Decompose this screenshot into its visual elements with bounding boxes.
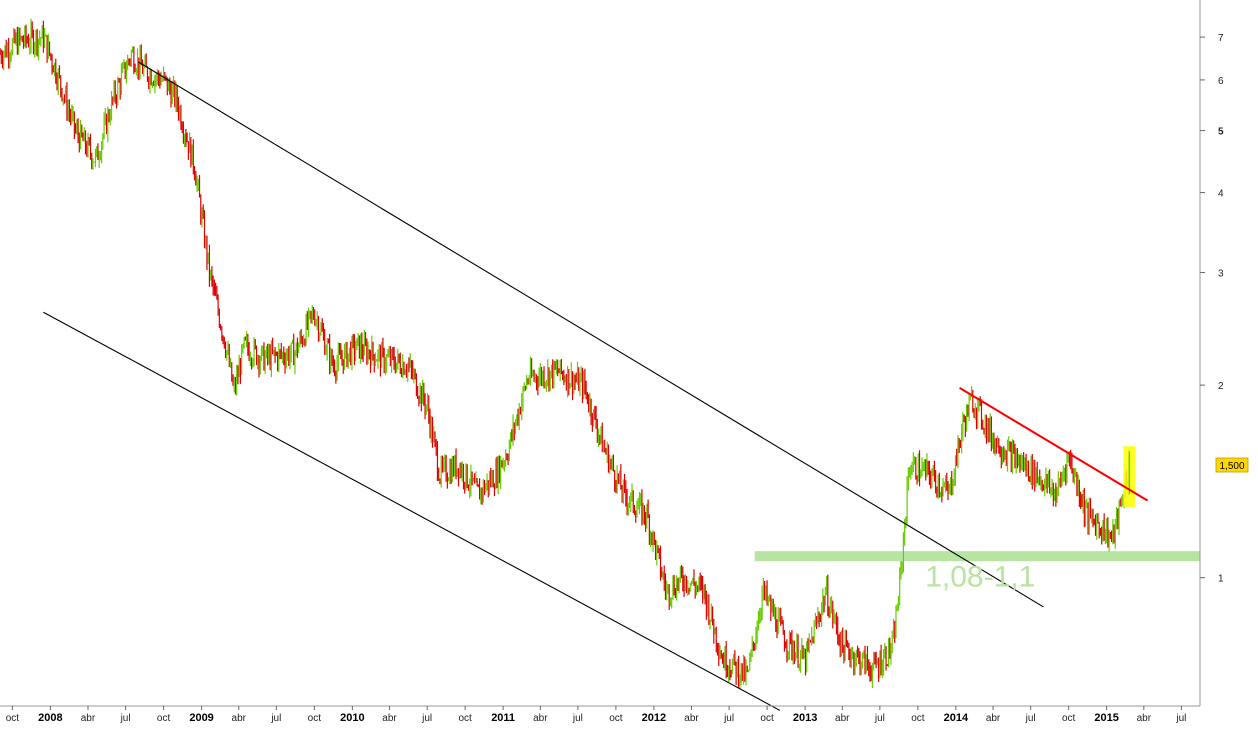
x-tick-label: 2013 xyxy=(793,712,817,724)
x-tick-label: oct xyxy=(458,713,472,724)
price-chart: 7 6 5 4 3 2 1 oct 2008 abr jul oct 2009 abr jul oct 2010… xyxy=(0,0,1258,726)
x-tick-label: oct xyxy=(308,713,322,724)
y-tick-label: 6 xyxy=(1218,76,1224,87)
y-tick-label: 5 xyxy=(1218,127,1224,138)
x-tick-label: abr xyxy=(533,713,548,724)
y-tick-label: 4 xyxy=(1218,189,1224,200)
x-tick-label: jul xyxy=(270,713,281,724)
x-tick-label: abr xyxy=(382,713,397,724)
trendlines-group xyxy=(43,61,1149,711)
y-tick-label: 3 xyxy=(1218,268,1224,279)
x-tick-label: oct xyxy=(157,713,171,724)
x-tick-label: abr xyxy=(835,713,850,724)
x-tick-label: 2012 xyxy=(642,712,666,724)
chart-svg: 7 6 5 4 3 2 1 oct 2008 abr jul oct 2009 abr jul oct 2010… xyxy=(0,0,1249,724)
x-tick-label: jul xyxy=(572,713,583,724)
x-tick-label: oct xyxy=(609,713,623,724)
x-tick-label: 2014 xyxy=(944,712,969,724)
x-tick-label: 2010 xyxy=(340,712,364,724)
y-tick-label: 2 xyxy=(1218,381,1224,392)
y-tick-label: 1 xyxy=(1218,574,1224,585)
x-tick-label: jul xyxy=(1175,713,1186,724)
x-tick-label: abr xyxy=(684,713,699,724)
y-tick-label: 7 xyxy=(1218,33,1224,44)
x-tick-label: oct xyxy=(760,713,774,724)
x-tick-label: jul xyxy=(723,713,734,724)
x-tick-label: jul xyxy=(1025,713,1036,724)
x-tick-label: abr xyxy=(232,713,247,724)
x-tick-label: abr xyxy=(81,713,96,724)
last-price-label: 1,500 xyxy=(1219,461,1244,472)
x-tick-label: jul xyxy=(421,713,432,724)
x-tick-label: 2011 xyxy=(491,712,515,724)
x-tick-label: 2008 xyxy=(38,712,62,724)
x-tick-label: 2015 xyxy=(1094,712,1118,724)
support-zone-label: 1,08-1,1 xyxy=(925,560,1035,593)
axes-group: 7 6 5 4 3 2 1 oct 2008 abr jul oct 2009 abr jul oct 2010… xyxy=(0,0,1224,724)
x-tick-label: oct xyxy=(1062,713,1076,724)
x-tick-label: abr xyxy=(1137,713,1152,724)
x-tick-label: abr xyxy=(986,713,1001,724)
x-tick-label: 2009 xyxy=(189,712,213,724)
x-tick-label: jul xyxy=(120,713,131,724)
x-tick-label: oct xyxy=(6,713,20,724)
trendline-channel-upper xyxy=(138,61,1044,608)
x-tick-label: jul xyxy=(874,713,885,724)
x-tick-label: oct xyxy=(911,713,925,724)
